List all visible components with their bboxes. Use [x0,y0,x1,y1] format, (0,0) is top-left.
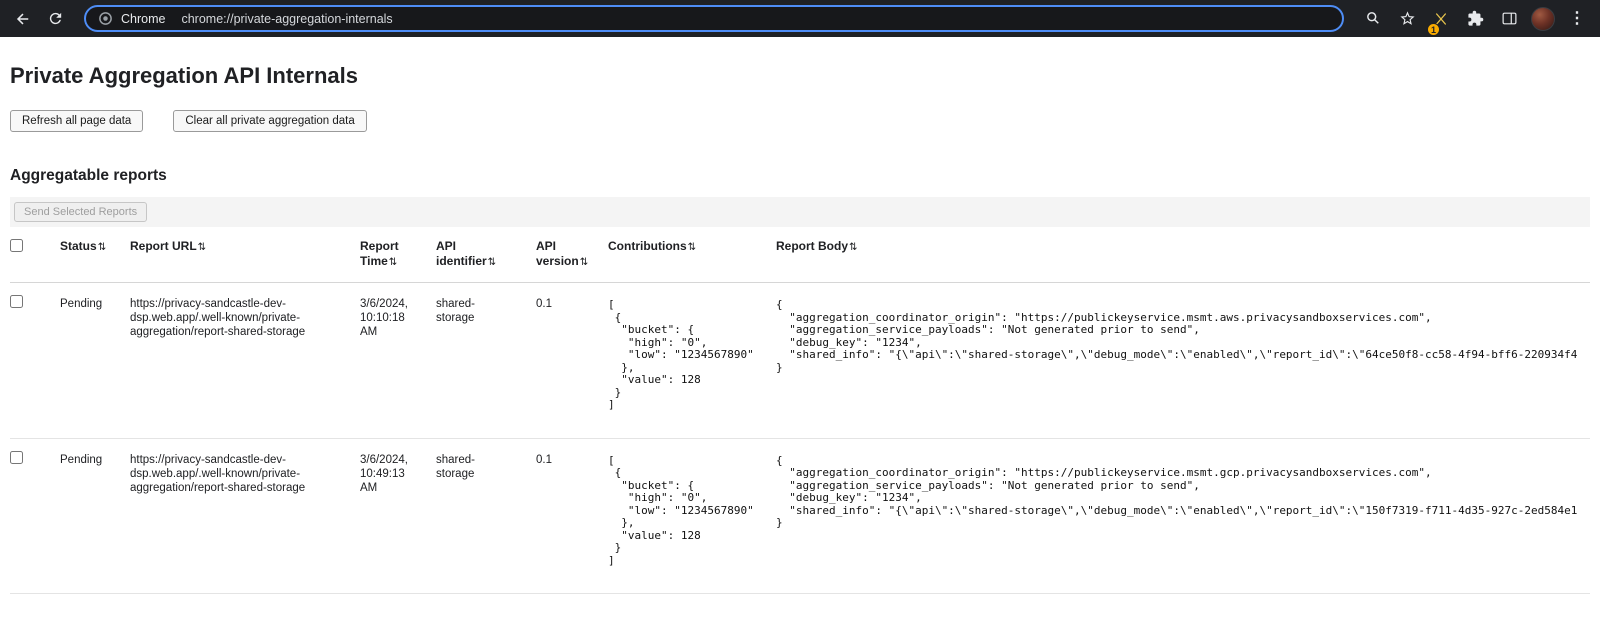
sort-icon: ⇅ [488,257,496,268]
page-content: Private Aggregation API Internals Refres… [0,63,1600,594]
profile-avatar[interactable] [1531,7,1555,31]
refresh-all-button[interactable]: Refresh all page data [10,110,143,132]
header-report-body[interactable]: Report Body⇅ [776,227,1590,267]
header-report-url[interactable]: Report URL⇅ [130,227,360,267]
reload-button[interactable] [40,4,70,34]
api-identifier-cell: shared-storage [436,283,536,351]
select-all-checkbox[interactable] [10,239,23,252]
side-panel-button[interactable] [1494,4,1524,34]
sort-icon: ⇅ [198,242,206,253]
contributions-cell: [ { "bucket": { "high": "0", "low": "123… [608,283,776,438]
clear-all-button[interactable]: Clear all private aggregation data [173,110,366,132]
menu-button[interactable]: ⋮ [1562,4,1592,34]
row-checkbox-cell [10,439,60,494]
api-version-cell: 0.1 [536,439,608,493]
extension-badge: 1 [1427,23,1440,36]
table-toolbar: Send Selected Reports [10,197,1590,227]
report-url-cell: https://privacy-sandcastle-dev-dsp.web.a… [130,283,360,365]
page-title: Private Aggregation API Internals [10,63,1590,89]
api-identifier-cell: shared-storage [436,439,536,507]
bookmark-star-icon [1399,10,1416,27]
report-row: Pending https://privacy-sandcastle-dev-d… [10,439,1590,595]
report-body-json: { "aggregation_coordinator_origin": "htt… [776,455,1578,530]
contributions-json: [ { "bucket": { "high": "0", "low": "123… [608,299,764,412]
extensions-puzzle-icon [1467,10,1484,27]
page-actions: Refresh all page data Clear all private … [10,110,1590,132]
report-time-cell: 3/6/2024, 10:10:18 AM [360,283,436,365]
kebab-menu-icon: ⋮ [1569,11,1585,27]
sort-icon: ⇅ [688,242,696,253]
row-checkbox[interactable] [10,295,23,308]
status-cell: Pending [60,283,130,337]
row-checkbox[interactable] [10,451,23,464]
report-time-cell: 3/6/2024, 10:49:13 AM [360,439,436,521]
extensions-button[interactable] [1460,4,1490,34]
report-body-cell: { "aggregation_coordinator_origin": "htt… [776,439,1590,556]
contributions-cell: [ { "bucket": { "high": "0", "low": "123… [608,439,776,594]
side-panel-icon [1501,10,1518,27]
sort-icon: ⇅ [389,257,397,268]
section-title: Aggregatable reports [10,167,1590,185]
contributions-json: [ { "bucket": { "high": "0", "low": "123… [608,455,764,568]
report-row: Pending https://privacy-sandcastle-dev-d… [10,283,1590,439]
sort-icon: ⇅ [580,257,588,268]
header-contributions[interactable]: Contributions⇅ [608,227,776,267]
toolbar-actions: 1 ⋮ [1358,4,1592,34]
sort-icon: ⇅ [849,242,857,253]
reload-icon [47,10,64,27]
address-bar-url: chrome://private-aggregation-internals [181,12,392,26]
bookmark-button[interactable] [1392,4,1422,34]
pinned-extension-button[interactable]: 1 [1426,4,1456,34]
search-button[interactable] [1358,4,1388,34]
status-cell: Pending [60,439,130,493]
header-report-time[interactable]: Report Time⇅ [360,227,436,282]
header-status[interactable]: Status⇅ [60,227,130,267]
back-arrow-icon [14,10,32,28]
report-body-json: { "aggregation_coordinator_origin": "htt… [776,299,1578,374]
header-api-version[interactable]: API version⇅ [536,227,608,282]
search-icon [1365,10,1382,27]
report-url-cell: https://privacy-sandcastle-dev-dsp.web.a… [130,439,360,521]
api-version-cell: 0.1 [536,283,608,337]
row-checkbox-cell [10,283,60,338]
address-bar-chip-label: Chrome [121,12,165,26]
report-body-cell: { "aggregation_coordinator_origin": "htt… [776,283,1590,400]
select-all-checkbox-cell [10,227,60,268]
chrome-logo-icon [98,11,113,26]
back-button[interactable] [8,4,38,34]
table-header-row: Status⇅ Report URL⇅ Report Time⇅ API ide… [10,227,1590,283]
send-selected-reports-button[interactable]: Send Selected Reports [14,202,147,222]
sort-icon: ⇅ [98,242,106,253]
address-bar[interactable]: Chrome chrome://private-aggregation-inte… [84,5,1344,32]
header-api-identifier[interactable]: API identifier⇅ [436,227,536,282]
browser-toolbar: Chrome chrome://private-aggregation-inte… [0,0,1600,37]
